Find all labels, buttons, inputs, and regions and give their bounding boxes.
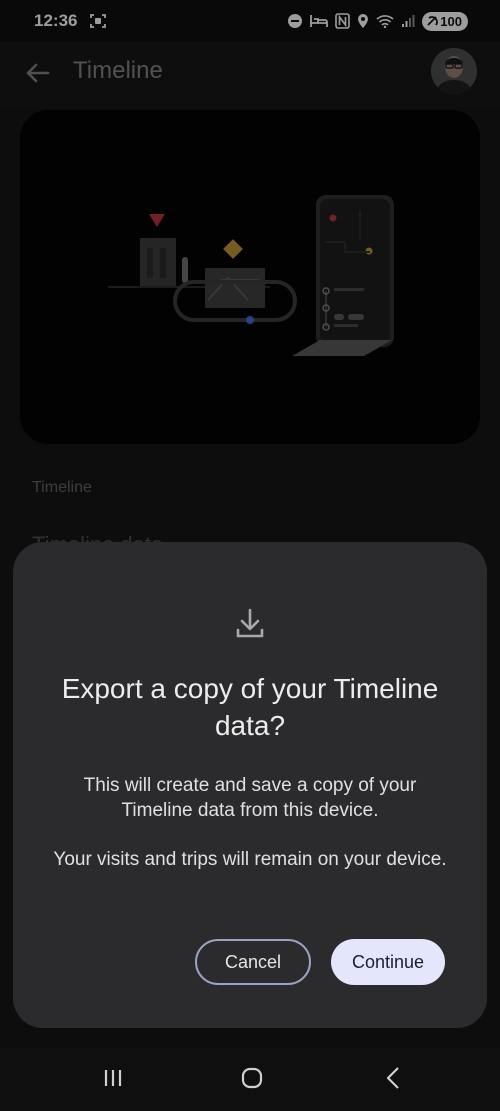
system-nav-bar	[0, 1048, 500, 1111]
home-icon[interactable]	[241, 1067, 263, 1089]
cancel-button[interactable]: Cancel	[195, 939, 311, 985]
dialog-body-text: This will create and save a copy of your…	[83, 775, 417, 821]
dialog-title: Export a copy of your Timeline data?	[61, 673, 439, 741]
continue-button[interactable]: Continue	[331, 939, 445, 985]
dialog-body-note: Your visits and trips will remain on you…	[53, 849, 447, 870]
export-dialog: Export a copy of your Timeline data? Thi…	[13, 542, 487, 1028]
download-icon	[236, 608, 264, 638]
nav-back-icon[interactable]	[384, 1066, 402, 1090]
recent-apps-icon[interactable]	[103, 1068, 123, 1088]
